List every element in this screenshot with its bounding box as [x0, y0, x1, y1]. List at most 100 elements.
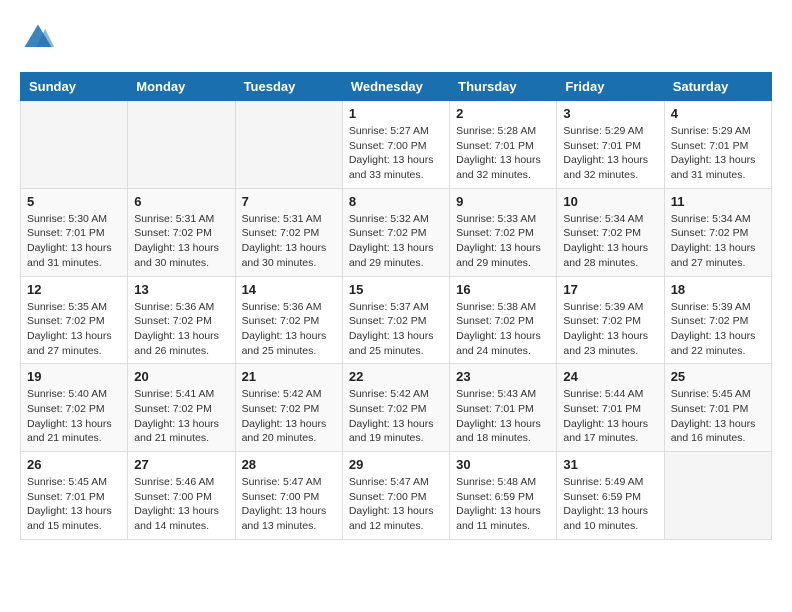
day-number: 29 — [349, 457, 443, 472]
calendar-cell: 9 Sunrise: 5:33 AM Sunset: 7:02 PM Daylig… — [450, 188, 557, 276]
calendar-cell — [128, 101, 235, 189]
day-info: Sunrise: 5:41 AM Sunset: 7:02 PM Dayligh… — [134, 387, 228, 446]
calendar-cell: 4 Sunrise: 5:29 AM Sunset: 7:01 PM Daylig… — [664, 101, 771, 189]
calendar-cell: 28 Sunrise: 5:47 AM Sunset: 7:00 PM Dayli… — [235, 452, 342, 540]
day-number: 11 — [671, 194, 765, 209]
calendar-week-row: 1 Sunrise: 5:27 AM Sunset: 7:00 PM Daylig… — [21, 101, 772, 189]
day-number: 26 — [27, 457, 121, 472]
day-number: 8 — [349, 194, 443, 209]
calendar-cell: 30Sunrise: 5:48 AM Sunset: 6:59 PM Dayli… — [450, 452, 557, 540]
day-info: Sunrise: 5:45 AM Sunset: 7:01 PM Dayligh… — [27, 475, 121, 534]
calendar-cell: 8 Sunrise: 5:32 AM Sunset: 7:02 PM Daylig… — [342, 188, 449, 276]
day-number: 14 — [242, 282, 336, 297]
calendar-cell: 13 Sunrise: 5:36 AM Sunset: 7:02 PM Dayli… — [128, 276, 235, 364]
day-number: 25 — [671, 369, 765, 384]
day-info: Sunrise: 5:31 AM Sunset: 7:02 PM Dayligh… — [242, 212, 336, 271]
calendar-cell: 16Sunrise: 5:38 AM Sunset: 7:02 PM Dayli… — [450, 276, 557, 364]
day-info: Sunrise: 5:32 AM Sunset: 7:02 PM Dayligh… — [349, 212, 443, 271]
calendar-week-row: 19 Sunrise: 5:40 AM Sunset: 7:02 PM Dayli… — [21, 364, 772, 452]
day-info: Sunrise: 5:28 AM Sunset: 7:01 PM Dayligh… — [456, 124, 550, 183]
calendar-cell: 23 Sunrise: 5:43 AM Sunset: 7:01 PM Dayli… — [450, 364, 557, 452]
calendar-cell — [235, 101, 342, 189]
page-header — [20, 20, 772, 56]
calendar-cell: 7 Sunrise: 5:31 AM Sunset: 7:02 PM Daylig… — [235, 188, 342, 276]
weekday-header: Tuesday — [235, 73, 342, 101]
weekday-header: Saturday — [664, 73, 771, 101]
day-info: Sunrise: 5:39 AM Sunset: 7:02 PM Dayligh… — [563, 300, 657, 359]
day-info: Sunrise: 5:29 AM Sunset: 7:01 PM Dayligh… — [671, 124, 765, 183]
calendar-cell: 19 Sunrise: 5:40 AM Sunset: 7:02 PM Dayli… — [21, 364, 128, 452]
weekday-header: Monday — [128, 73, 235, 101]
day-info: Sunrise: 5:27 AM Sunset: 7:00 PM Dayligh… — [349, 124, 443, 183]
calendar-cell: 5 Sunrise: 5:30 AM Sunset: 7:01 PM Daylig… — [21, 188, 128, 276]
calendar-cell: 20 Sunrise: 5:41 AM Sunset: 7:02 PM Dayli… — [128, 364, 235, 452]
calendar-cell: 18Sunrise: 5:39 AM Sunset: 7:02 PM Dayli… — [664, 276, 771, 364]
calendar-cell: 17 Sunrise: 5:39 AM Sunset: 7:02 PM Dayli… — [557, 276, 664, 364]
calendar-cell: 14 Sunrise: 5:36 AM Sunset: 7:02 PM Dayli… — [235, 276, 342, 364]
weekday-header: Thursday — [450, 73, 557, 101]
day-number: 22 — [349, 369, 443, 384]
day-number: 20 — [134, 369, 228, 384]
day-info: Sunrise: 5:38 AM Sunset: 7:02 PM Dayligh… — [456, 300, 550, 359]
calendar-week-row: 5 Sunrise: 5:30 AM Sunset: 7:01 PM Daylig… — [21, 188, 772, 276]
day-info: Sunrise: 5:34 AM Sunset: 7:02 PM Dayligh… — [563, 212, 657, 271]
day-number: 3 — [563, 106, 657, 121]
day-number: 27 — [134, 457, 228, 472]
weekday-header: Friday — [557, 73, 664, 101]
day-info: Sunrise: 5:33 AM Sunset: 7:02 PM Dayligh… — [456, 212, 550, 271]
day-info: Sunrise: 5:46 AM Sunset: 7:00 PM Dayligh… — [134, 475, 228, 534]
day-info: Sunrise: 5:35 AM Sunset: 7:02 PM Dayligh… — [27, 300, 121, 359]
day-info: Sunrise: 5:47 AM Sunset: 7:00 PM Dayligh… — [242, 475, 336, 534]
day-number: 28 — [242, 457, 336, 472]
calendar-cell: 24Sunrise: 5:44 AM Sunset: 7:01 PM Dayli… — [557, 364, 664, 452]
day-info: Sunrise: 5:34 AM Sunset: 7:02 PM Dayligh… — [671, 212, 765, 271]
calendar-cell: 1 Sunrise: 5:27 AM Sunset: 7:00 PM Daylig… — [342, 101, 449, 189]
day-info: Sunrise: 5:36 AM Sunset: 7:02 PM Dayligh… — [134, 300, 228, 359]
calendar-cell — [664, 452, 771, 540]
day-number: 7 — [242, 194, 336, 209]
day-info: Sunrise: 5:36 AM Sunset: 7:02 PM Dayligh… — [242, 300, 336, 359]
day-number: 2 — [456, 106, 550, 121]
day-number: 6 — [134, 194, 228, 209]
calendar-cell: 21Sunrise: 5:42 AM Sunset: 7:02 PM Dayli… — [235, 364, 342, 452]
day-info: Sunrise: 5:30 AM Sunset: 7:01 PM Dayligh… — [27, 212, 121, 271]
day-number: 23 — [456, 369, 550, 384]
calendar-week-row: 26 Sunrise: 5:45 AM Sunset: 7:01 PM Dayli… — [21, 452, 772, 540]
day-number: 21 — [242, 369, 336, 384]
day-number: 4 — [671, 106, 765, 121]
calendar-cell: 11 Sunrise: 5:34 AM Sunset: 7:02 PM Dayli… — [664, 188, 771, 276]
calendar-week-row: 12Sunrise: 5:35 AM Sunset: 7:02 PM Dayli… — [21, 276, 772, 364]
day-number: 15 — [349, 282, 443, 297]
day-info: Sunrise: 5:47 AM Sunset: 7:00 PM Dayligh… — [349, 475, 443, 534]
day-number: 13 — [134, 282, 228, 297]
calendar-cell — [21, 101, 128, 189]
calendar-cell: 2 Sunrise: 5:28 AM Sunset: 7:01 PM Daylig… — [450, 101, 557, 189]
calendar-table: SundayMondayTuesdayWednesdayThursdayFrid… — [20, 72, 772, 540]
calendar-cell: 15 Sunrise: 5:37 AM Sunset: 7:02 PM Dayli… — [342, 276, 449, 364]
weekday-header: Wednesday — [342, 73, 449, 101]
calendar-cell: 22 Sunrise: 5:42 AM Sunset: 7:02 PM Dayli… — [342, 364, 449, 452]
calendar-cell: 27 Sunrise: 5:46 AM Sunset: 7:00 PM Dayli… — [128, 452, 235, 540]
day-info: Sunrise: 5:31 AM Sunset: 7:02 PM Dayligh… — [134, 212, 228, 271]
day-number: 31 — [563, 457, 657, 472]
day-info: Sunrise: 5:42 AM Sunset: 7:02 PM Dayligh… — [349, 387, 443, 446]
calendar-cell: 31Sunrise: 5:49 AM Sunset: 6:59 PM Dayli… — [557, 452, 664, 540]
day-number: 19 — [27, 369, 121, 384]
day-number: 1 — [349, 106, 443, 121]
calendar-header-row: SundayMondayTuesdayWednesdayThursdayFrid… — [21, 73, 772, 101]
logo — [20, 20, 60, 56]
day-info: Sunrise: 5:43 AM Sunset: 7:01 PM Dayligh… — [456, 387, 550, 446]
day-info: Sunrise: 5:29 AM Sunset: 7:01 PM Dayligh… — [563, 124, 657, 183]
logo-icon — [20, 20, 56, 56]
day-number: 5 — [27, 194, 121, 209]
day-info: Sunrise: 5:40 AM Sunset: 7:02 PM Dayligh… — [27, 387, 121, 446]
day-number: 18 — [671, 282, 765, 297]
day-number: 17 — [563, 282, 657, 297]
day-number: 10 — [563, 194, 657, 209]
calendar-cell: 29 Sunrise: 5:47 AM Sunset: 7:00 PM Dayli… — [342, 452, 449, 540]
day-number: 9 — [456, 194, 550, 209]
day-info: Sunrise: 5:37 AM Sunset: 7:02 PM Dayligh… — [349, 300, 443, 359]
day-number: 30 — [456, 457, 550, 472]
calendar-cell: 12Sunrise: 5:35 AM Sunset: 7:02 PM Dayli… — [21, 276, 128, 364]
calendar-cell: 3 Sunrise: 5:29 AM Sunset: 7:01 PM Daylig… — [557, 101, 664, 189]
